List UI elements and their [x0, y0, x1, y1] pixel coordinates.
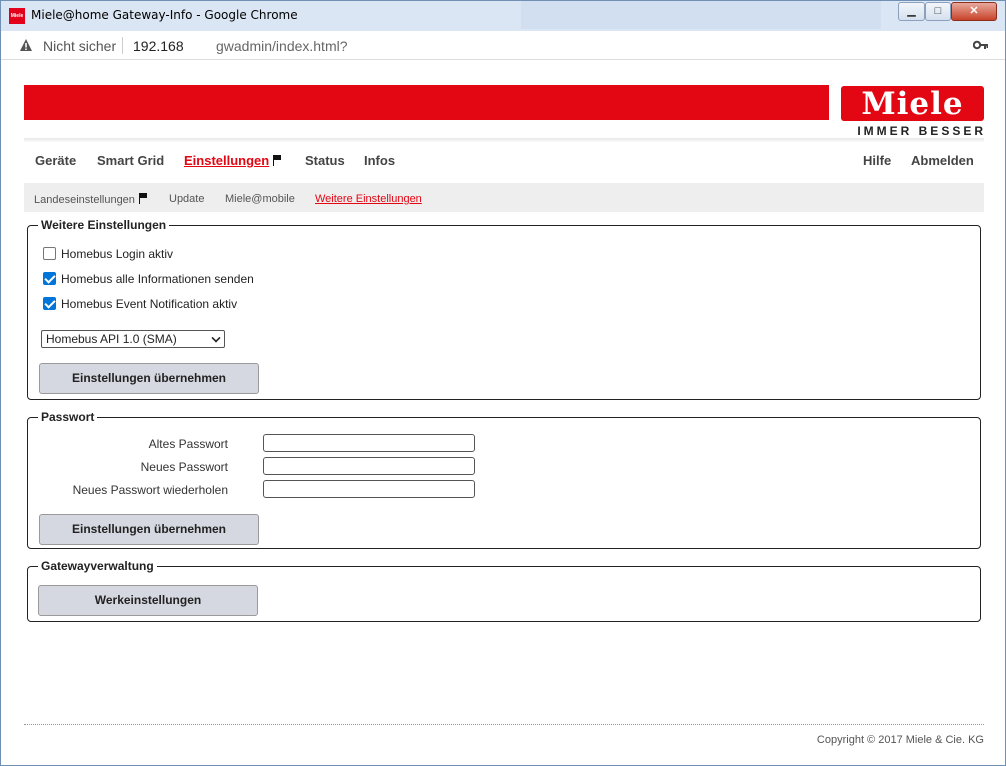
- url-path[interactable]: gwadmin/index.html?: [216, 38, 348, 54]
- address-bar[interactable]: Nicht sicher 192.168 gwadmin/index.html?: [1, 31, 1005, 60]
- repeat-password-label: Neues Passwort wiederholen: [72, 483, 228, 497]
- browser-window: Miele Miele@home Gateway-Info - Google C…: [0, 0, 1006, 766]
- header-divider: [24, 138, 984, 142]
- homebus-event-label[interactable]: Homebus Event Notification aktiv: [61, 297, 237, 311]
- subnav-miele-mobile[interactable]: Miele@mobile: [225, 193, 295, 205]
- gateway-legend: Gatewayverwaltung: [41, 559, 154, 573]
- weitere-legend: Weitere Einstellungen: [41, 218, 167, 232]
- subnav-landeseinstellungen-label[interactable]: Landeseinstellungen: [34, 194, 135, 206]
- nav-hilfe[interactable]: Hilfe: [863, 153, 891, 168]
- subnav-landeseinstellungen[interactable]: Landeseinstellungen: [34, 193, 148, 206]
- window-title: Miele@home Gateway-Info - Google Chrome: [31, 8, 298, 22]
- close-button[interactable]: ✕: [951, 2, 997, 21]
- warning-icon[interactable]: [19, 38, 33, 52]
- flag-icon: [273, 155, 282, 166]
- apply-password-button[interactable]: Einstellungen übernehmen: [39, 514, 259, 545]
- homebus-info-label[interactable]: Homebus alle Informationen senden: [61, 272, 254, 286]
- miele-favicon-icon: Miele: [9, 8, 25, 24]
- factory-reset-button[interactable]: Werkeinstellungen: [38, 585, 258, 616]
- miele-logo: Miele: [841, 86, 984, 121]
- nav-abmelden[interactable]: Abmelden: [911, 153, 974, 168]
- copyright: Copyright © 2017 Miele & Cie. KG: [816, 734, 984, 746]
- maximize-button[interactable]: □: [925, 2, 951, 21]
- nav-infos[interactable]: Infos: [364, 153, 395, 168]
- passwort-group: Passwort Altes Passwort Neues Passwort N…: [27, 410, 981, 549]
- homebus-login-checkbox[interactable]: [43, 247, 56, 260]
- slogan: IMMER BESSER: [857, 124, 986, 138]
- new-password-label: Neues Passwort: [140, 460, 228, 474]
- url-redaction: [183, 35, 216, 57]
- security-label[interactable]: Nicht sicher: [43, 38, 116, 54]
- api-version-select[interactable]: Homebus API 1.0 (SMA): [41, 330, 225, 348]
- subnav-update[interactable]: Update: [169, 193, 204, 205]
- homebus-info-checkbox[interactable]: [43, 272, 56, 285]
- apply-settings-button[interactable]: Einstellungen übernehmen: [39, 363, 259, 394]
- repeat-password-input[interactable]: [263, 480, 475, 498]
- background-window-blur: [521, 1, 881, 29]
- address-separator: [122, 37, 123, 54]
- header-red-bar: [24, 85, 829, 120]
- old-password-input[interactable]: [263, 434, 475, 452]
- weitere-einstellungen-group: Weitere Einstellungen Homebus Login akti…: [27, 218, 981, 400]
- gateway-page: Miele IMMER BESSER Geräte Smart Grid Ein…: [1, 61, 1005, 766]
- minimize-button[interactable]: ▁: [898, 2, 925, 21]
- homebus-event-checkbox[interactable]: [43, 297, 56, 310]
- title-bar: Miele Miele@home Gateway-Info - Google C…: [1, 1, 1005, 31]
- sub-nav: Landeseinstellungen Update Miele@mobile …: [24, 183, 984, 212]
- homebus-login-label[interactable]: Homebus Login aktiv: [61, 247, 173, 261]
- main-nav: Geräte Smart Grid Einstellungen Status I…: [24, 153, 984, 171]
- flag-icon: [138, 193, 148, 204]
- api-version-value[interactable]: Homebus API 1.0 (SMA): [46, 332, 177, 346]
- old-password-label: Altes Passwort: [148, 437, 228, 451]
- chevron-down-icon[interactable]: [211, 333, 221, 343]
- passwort-legend: Passwort: [41, 410, 95, 424]
- nav-einstellungen[interactable]: Einstellungen: [184, 153, 282, 168]
- nav-geraete[interactable]: Geräte: [35, 153, 76, 168]
- subnav-weitere-einstellungen[interactable]: Weitere Einstellungen: [315, 193, 422, 205]
- nav-smart-grid[interactable]: Smart Grid: [97, 153, 164, 168]
- footer-divider: [24, 724, 984, 725]
- key-icon[interactable]: [973, 40, 989, 50]
- new-password-input[interactable]: [263, 457, 475, 475]
- nav-einstellungen-label[interactable]: Einstellungen: [184, 153, 269, 168]
- nav-status[interactable]: Status: [305, 153, 345, 168]
- logo-text: Miele: [861, 86, 964, 122]
- gatewayverwaltung-group: Gatewayverwaltung Werkeinstellungen: [27, 559, 981, 622]
- url-host[interactable]: 192.168: [133, 38, 184, 54]
